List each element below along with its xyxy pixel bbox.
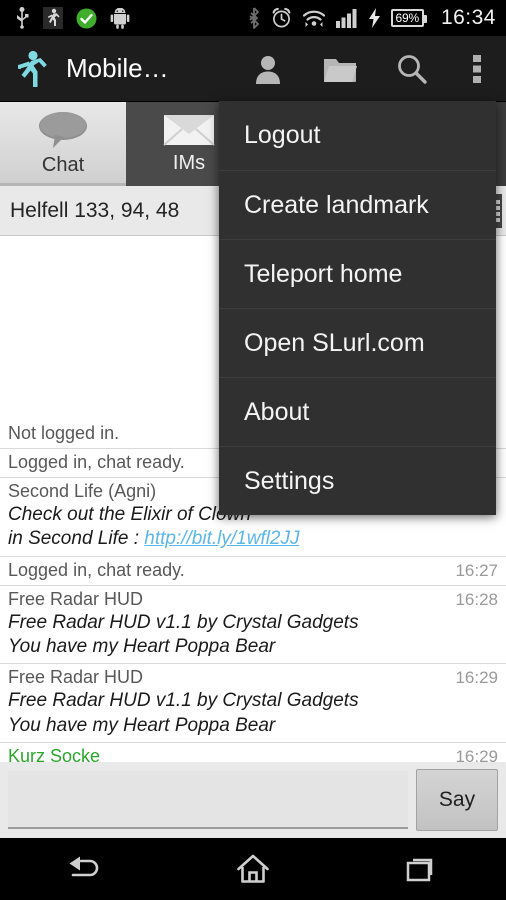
wifi-icon (302, 10, 325, 27)
status-bar-clock: 16:34 (440, 6, 496, 29)
chat-message-line1: Check out the Elixir of Clown (8, 504, 251, 525)
folder-icon[interactable] (304, 36, 376, 102)
chat-message-time: 16:27 (455, 560, 498, 580)
chat-input[interactable] (8, 771, 408, 829)
tab-chat[interactable]: Chat (0, 102, 126, 186)
signal-bars-icon (335, 9, 357, 28)
action-bar-buttons (232, 36, 506, 101)
menu-item-create-landmark[interactable]: Create landmark (219, 170, 496, 239)
chat-composer: Say (0, 762, 506, 838)
chat-message-body: Free Radar HUD v1.1 by Crystal Gadgets Y… (8, 689, 498, 738)
chat-message-name: Free Radar HUD (8, 667, 144, 688)
tab-ims-label: IMs (172, 152, 206, 174)
chat-message-name: Kurz Socke (8, 745, 101, 762)
menu-item-teleport-home[interactable]: Teleport home (219, 239, 496, 308)
chat-message-line1: Free Radar HUD v1.1 by Crystal Gadgets (8, 611, 359, 633)
chat-message-time: 16:29 (455, 668, 498, 688)
menu-item-open-slurl[interactable]: Open SLurl.com (219, 308, 496, 377)
status-bar: 69% 16:34 (0, 0, 506, 36)
phone-screen: 69% 16:34 Mobile… Chat IMs Helfell 133, … (0, 0, 506, 900)
chat-message-name: Logged in, chat ready. (8, 559, 185, 580)
menu-item-settings[interactable]: Settings (219, 446, 496, 515)
chat-message-time: 16:28 (455, 589, 498, 609)
menu-item-about[interactable]: About (219, 377, 496, 446)
walking-person-icon (43, 7, 63, 29)
walking-avatar-logo (18, 50, 47, 87)
people-icon[interactable] (232, 36, 304, 102)
chat-message-body: Free Radar HUD v1.1 by Crystal Gadgets Y… (8, 611, 498, 660)
overflow-menu-icon[interactable] (448, 36, 506, 102)
chat-row[interactable]: Free Radar HUD 16:29 Free Radar HUD v1.1… (0, 664, 506, 743)
chat-message-line2: You have my Heart Poppa Bear (8, 714, 276, 736)
status-bar-right-icons: 69% 16:34 (247, 6, 496, 30)
chat-message-line1: Free Radar HUD v1.1 by Crystal Gadgets (8, 690, 359, 712)
app-title: Mobile… (66, 53, 169, 83)
overflow-menu: Logout Create landmark Teleport home Ope… (219, 101, 496, 515)
menu-item-logout[interactable]: Logout (219, 101, 496, 170)
chat-message-time: 16:29 (455, 746, 498, 762)
usb-icon (17, 7, 29, 29)
location-text: Helfell 133, 94, 48 (10, 198, 180, 222)
tab-chat-label: Chat (41, 154, 85, 176)
back-icon[interactable] (29, 838, 139, 900)
chat-message-line2: in Second Life : (8, 528, 145, 550)
charging-bolt-icon (368, 8, 380, 28)
status-bar-left-icons (14, 7, 130, 29)
action-bar: Mobile… (0, 36, 506, 102)
search-icon[interactable] (376, 36, 448, 102)
green-check-icon (76, 8, 97, 28)
chat-message-link[interactable]: http://bit.ly/1wfl2JJ (144, 528, 299, 549)
home-icon[interactable] (198, 838, 308, 900)
say-button[interactable]: Say (416, 769, 498, 831)
recents-icon[interactable] (367, 838, 477, 900)
envelope-icon (163, 115, 215, 146)
bluetooth-icon (248, 7, 259, 29)
alarm-clock-icon (272, 7, 290, 28)
android-robot-icon (110, 7, 130, 29)
chat-row[interactable]: Free Radar HUD 16:28 Free Radar HUD v1.1… (0, 586, 506, 665)
battery-percent: 69% (395, 11, 420, 25)
chat-message-name: Free Radar HUD (8, 588, 144, 609)
speech-bubble-icon (39, 112, 87, 148)
chat-row[interactable]: Logged in, chat ready. 16:27 (0, 557, 506, 586)
chat-message-line2: You have my Heart Poppa Bear (8, 635, 276, 657)
navigation-bar (0, 838, 506, 900)
battery-icon: 69% (390, 9, 428, 27)
chat-row[interactable]: Kurz Socke 16:29 Is online. (0, 743, 506, 762)
